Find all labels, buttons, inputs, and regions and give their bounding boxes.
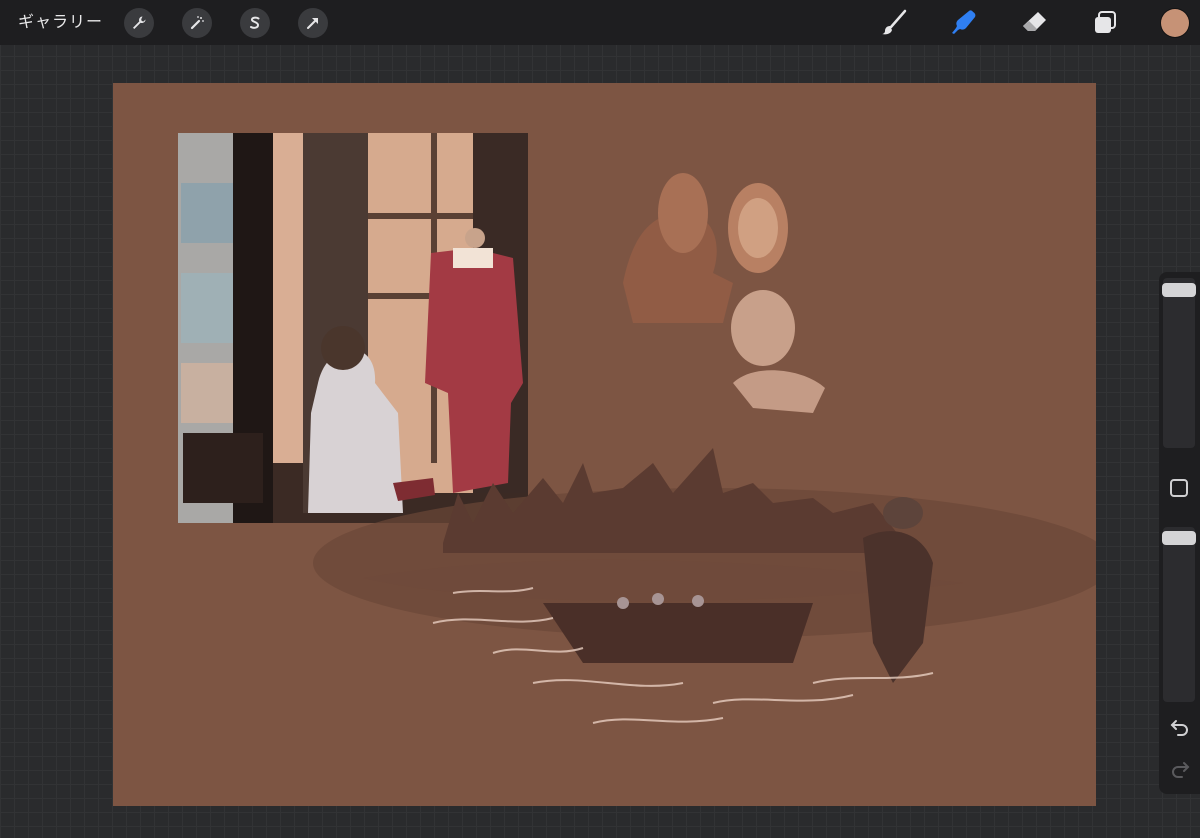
undo-icon[interactable] [1169, 715, 1191, 737]
brush-icon [882, 9, 907, 35]
selection-s-icon [250, 16, 260, 29]
brush-size-slider[interactable] [1162, 278, 1196, 448]
magic-wand-icon [190, 16, 204, 30]
window-scene [178, 133, 528, 523]
drawing-canvas[interactable] [113, 83, 1096, 806]
paint-tool[interactable] [878, 7, 910, 39]
brush-size-thumb[interactable] [1162, 283, 1196, 297]
painting-artwork [178, 133, 1096, 724]
opacity-thumb[interactable] [1162, 531, 1196, 545]
family-portraits [623, 173, 825, 413]
arrow-cursor-icon [307, 18, 318, 29]
selection-button[interactable] [240, 8, 270, 38]
color-picker-button[interactable] [1161, 9, 1189, 37]
layers-tool[interactable] [1089, 7, 1121, 39]
gallery-button[interactable]: ギャラリー [18, 10, 103, 34]
transform-button[interactable] [298, 8, 328, 38]
adjustments-button[interactable] [182, 8, 212, 38]
brush-sidebar [1159, 272, 1200, 794]
opacity-slider[interactable] [1162, 527, 1196, 702]
top-toolbar: ギャラリー [0, 0, 1200, 45]
actions-button[interactable] [124, 8, 154, 38]
smudge-icon [952, 10, 976, 34]
wrench-icon [133, 16, 146, 29]
eraser-icon [1023, 12, 1046, 31]
erase-tool[interactable] [1018, 7, 1050, 39]
layers-icon [1095, 11, 1116, 33]
modify-button[interactable] [1170, 479, 1188, 497]
smudge-tool[interactable] [948, 7, 980, 39]
redo-icon[interactable] [1169, 757, 1191, 779]
